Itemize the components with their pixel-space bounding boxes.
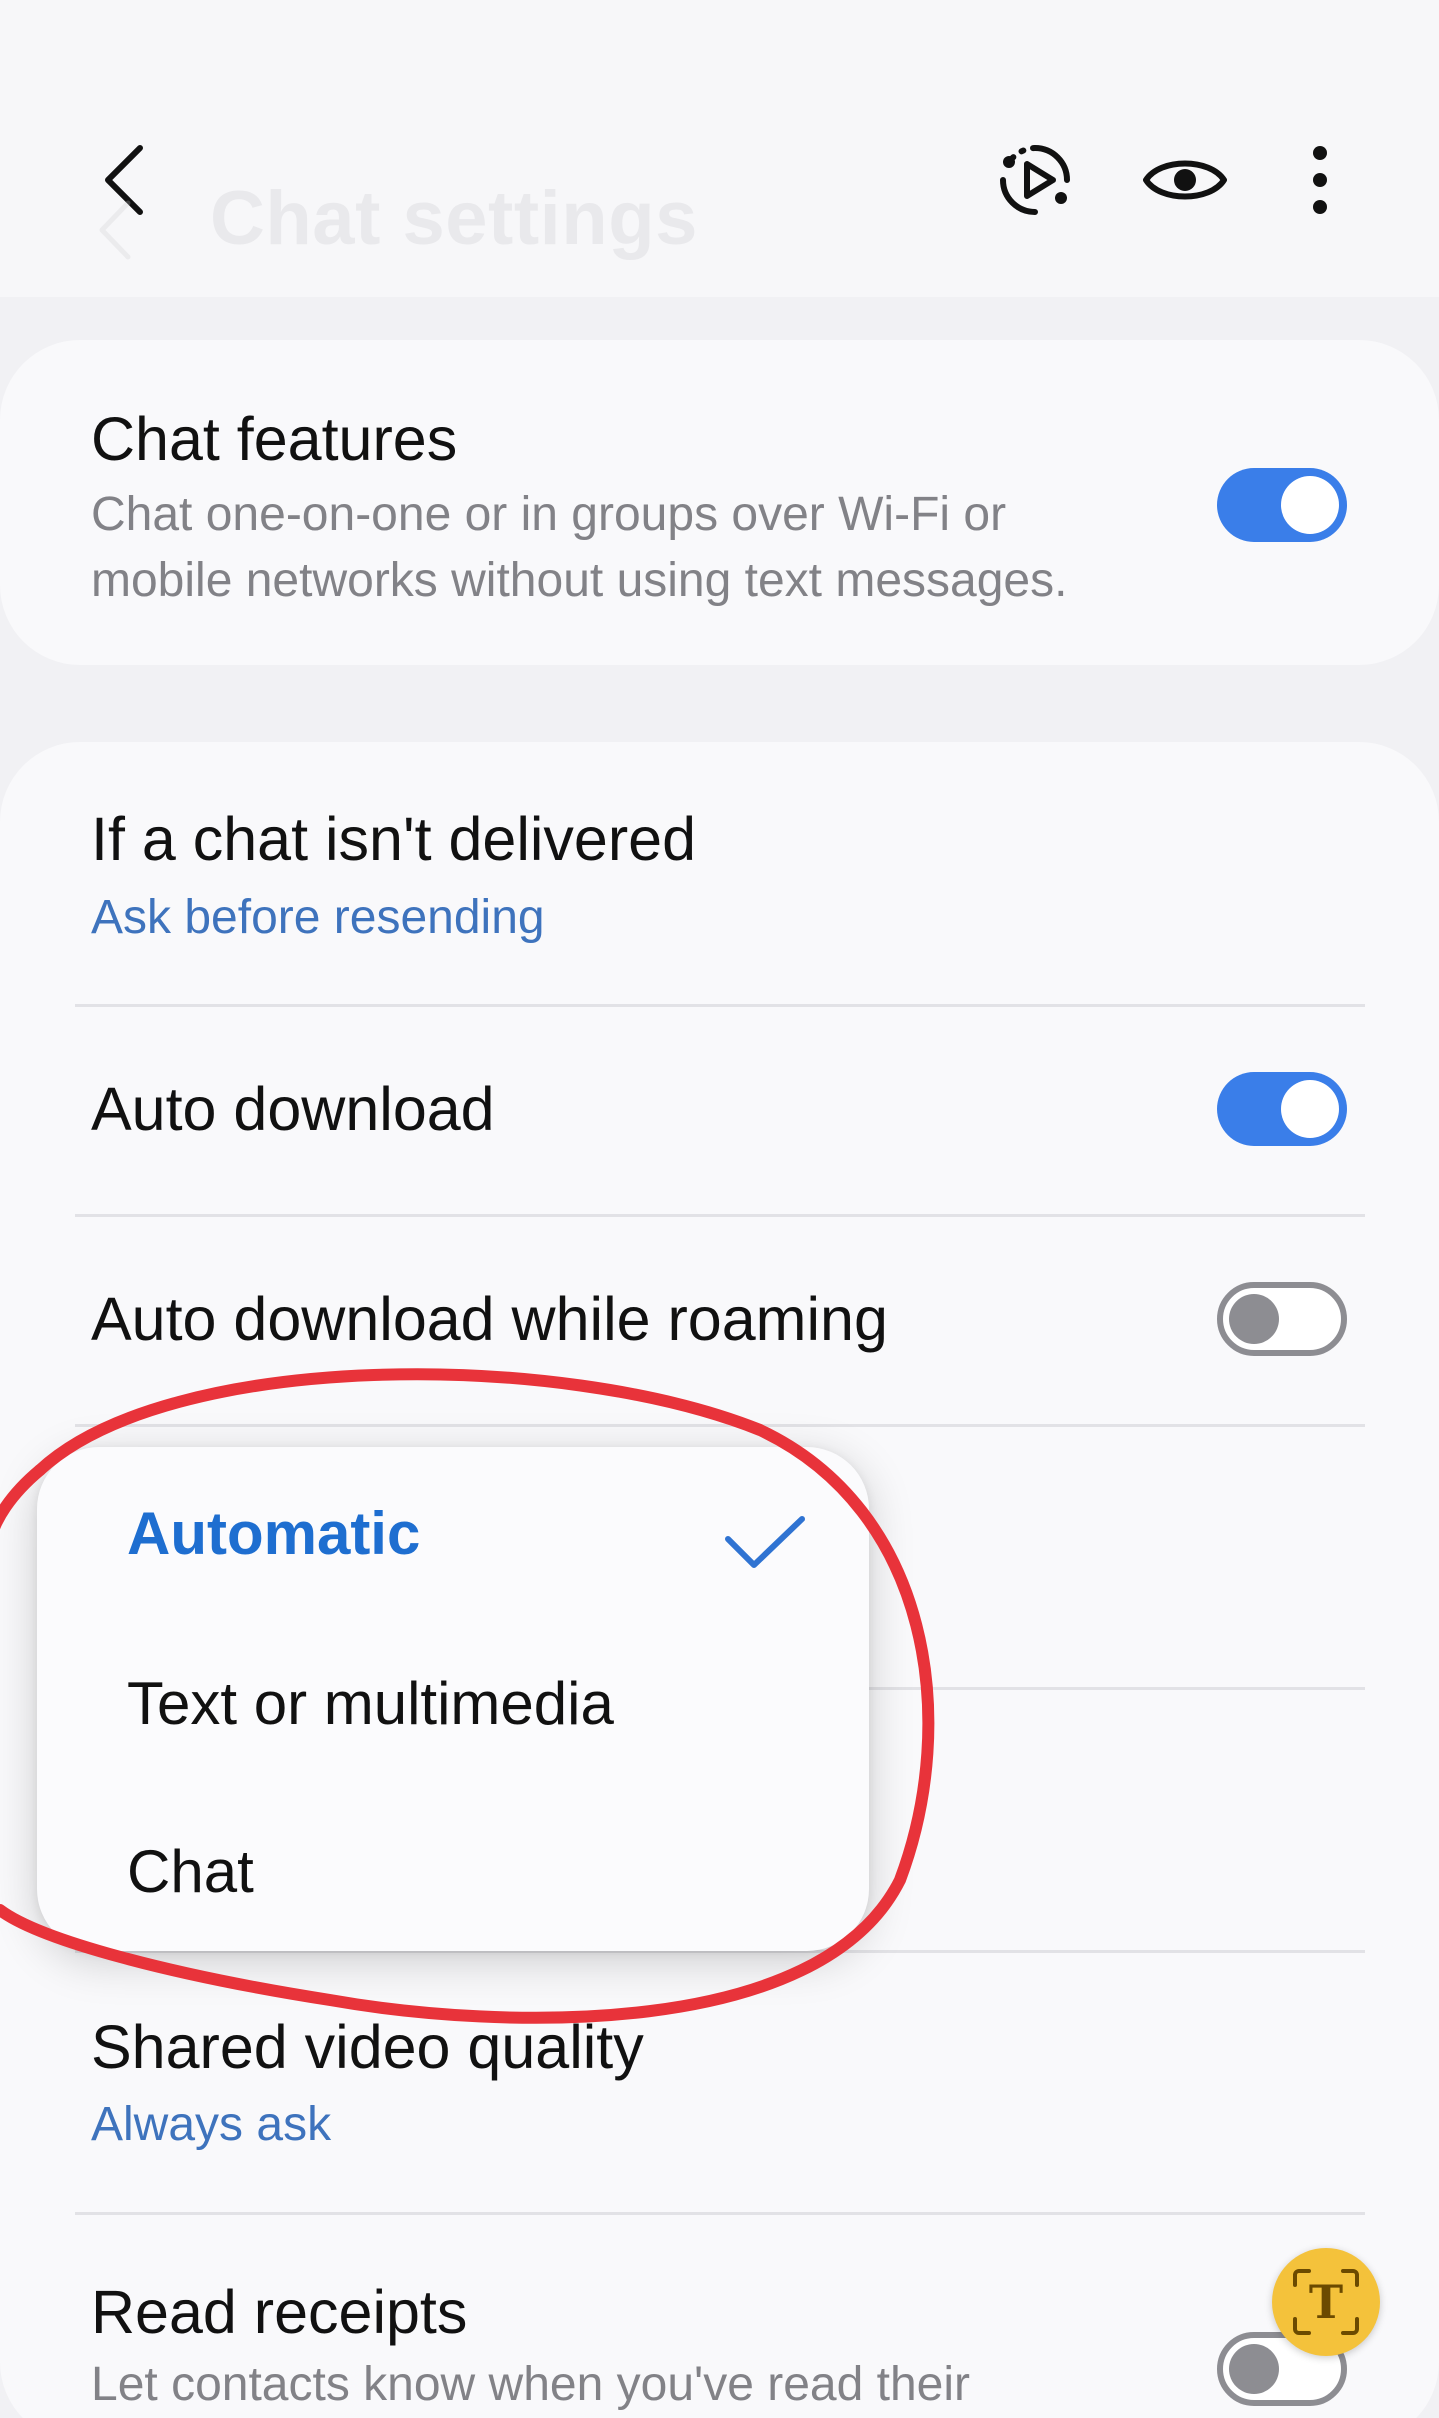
undelivered-value: Ask before resending xyxy=(91,891,545,944)
undelivered-title: If a chat isn't delivered xyxy=(91,805,697,873)
dropdown-option-automatic[interactable]: Automatic xyxy=(127,1499,420,1568)
divider xyxy=(75,1424,1365,1427)
text-extract-button[interactable]: T xyxy=(1272,2248,1380,2356)
shared-video-quality-title: Shared video quality xyxy=(91,2013,644,2081)
toggle-knob xyxy=(1281,1080,1339,1138)
auto-download-roaming-toggle[interactable] xyxy=(1217,1282,1347,1356)
more-options-icon xyxy=(1313,146,1327,214)
chat-features-description: Chat one-on-one or in groups over Wi-Fi … xyxy=(91,488,1068,607)
read-receipts-description: Let contacts know when you've read their xyxy=(91,2358,970,2411)
screen-recorder-button[interactable] xyxy=(990,135,1080,225)
eye-icon xyxy=(1143,160,1227,200)
toggle-knob xyxy=(1281,476,1339,534)
dropdown-option-chat[interactable]: Chat xyxy=(127,1837,254,1906)
auto-download-toggle[interactable] xyxy=(1217,1072,1347,1146)
app-header: Chat settings xyxy=(0,0,1439,297)
back-arrow-ghost-icon xyxy=(99,200,131,260)
toggle-knob xyxy=(1229,1294,1279,1344)
checkmark-icon xyxy=(725,1516,805,1568)
auto-download-roaming-title: Auto download while roaming xyxy=(91,1285,888,1353)
divider xyxy=(75,2212,1365,2215)
toggle-knob xyxy=(1229,2344,1279,2394)
auto-download-title: Auto download xyxy=(91,1075,495,1143)
message-type-dropdown: Automatic Text or multimedia Chat xyxy=(37,1447,869,1951)
chat-features-card[interactable]: Chat features Chat one-on-one or in grou… xyxy=(0,340,1439,665)
divider xyxy=(75,1214,1365,1217)
chat-features-title: Chat features xyxy=(91,405,458,473)
eye-button[interactable] xyxy=(1140,135,1230,225)
floating-button-label: T xyxy=(1308,2275,1344,2329)
dropdown-option-text-or-multimedia[interactable]: Text or multimedia xyxy=(127,1669,614,1738)
page-title: Chat settings xyxy=(210,176,698,261)
more-options-button[interactable] xyxy=(1275,135,1365,225)
chat-features-toggle[interactable] xyxy=(1217,468,1347,542)
screen-recorder-icon xyxy=(1000,145,1070,215)
shared-video-quality-value: Always ask xyxy=(91,2098,332,2151)
divider xyxy=(75,1004,1365,1007)
chat-settings-screen: Chat settings Chat features Chat one-on-… xyxy=(0,0,1439,2418)
read-receipts-title: Read receipts xyxy=(91,2278,468,2346)
